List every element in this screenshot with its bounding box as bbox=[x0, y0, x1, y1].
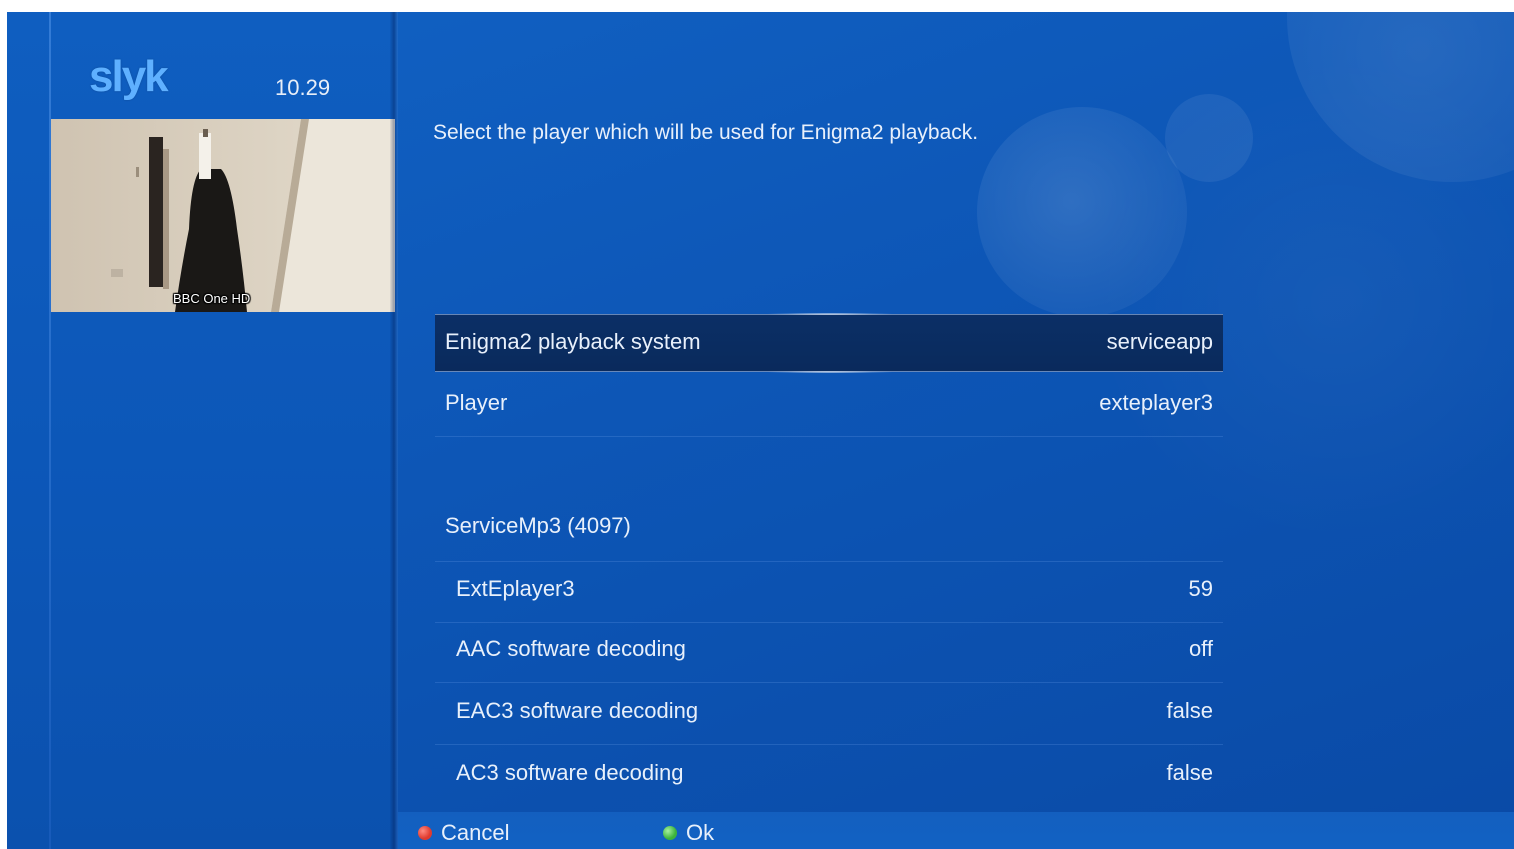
setting-label: AC3 software decoding bbox=[456, 760, 684, 785]
setting-label: EAC3 software decoding bbox=[456, 698, 699, 723]
setting-value: false bbox=[1166, 698, 1213, 723]
setting-value: off bbox=[1188, 636, 1213, 661]
ok-label: Ok bbox=[686, 820, 715, 845]
setting-description: Select the player which will be used for… bbox=[433, 121, 979, 144]
channel-label: BBC One HD bbox=[173, 291, 251, 306]
setting-label: Enigma2 playback system bbox=[445, 329, 701, 354]
setting-row-eac3-decoding[interactable]: EAC3 software decoding false bbox=[435, 684, 1223, 745]
setting-value: exteplayer3 bbox=[1099, 390, 1213, 415]
background-circle bbox=[977, 107, 1187, 317]
section-header: ServiceMp3 (4097) bbox=[435, 499, 1223, 559]
setting-value: serviceapp bbox=[1106, 329, 1213, 354]
cancel-button[interactable]: Cancel bbox=[418, 820, 510, 845]
button-bar: Cancel Ok bbox=[398, 812, 1514, 849]
section-label: ServiceMp3 (4097) bbox=[445, 513, 631, 538]
background-circle bbox=[1165, 94, 1253, 182]
preview-picture bbox=[51, 119, 395, 312]
setting-row-playback-system[interactable]: Enigma2 playback system serviceapp bbox=[435, 313, 1223, 373]
green-button-icon bbox=[663, 826, 677, 840]
background-circle bbox=[1287, 12, 1514, 182]
brand-logo: slyk bbox=[89, 52, 169, 101]
red-button-icon bbox=[418, 826, 432, 840]
setting-value: false bbox=[1166, 760, 1213, 785]
ok-button[interactable]: Ok bbox=[663, 820, 715, 845]
setting-row-ac3-decoding[interactable]: AC3 software decoding false bbox=[435, 746, 1223, 806]
setting-value: 59 bbox=[1188, 576, 1213, 601]
setting-label: ExtEplayer3 bbox=[456, 576, 575, 601]
screen: slyk 10.29 BBC One HD Select the player … bbox=[7, 12, 1514, 849]
sidebar-edge bbox=[390, 12, 398, 849]
cancel-label: Cancel bbox=[441, 820, 510, 845]
setting-label: Player bbox=[445, 390, 508, 415]
setting-row-exteplayer3[interactable]: ExtEplayer3 59 bbox=[435, 561, 1223, 623]
live-tv-preview: BBC One HD bbox=[51, 119, 395, 312]
clock: 10.29 bbox=[275, 75, 331, 100]
setting-row-aac-decoding[interactable]: AAC software decoding off bbox=[435, 622, 1223, 683]
sidebar: slyk 10.29 BBC One HD bbox=[7, 12, 395, 849]
background-glow bbox=[1087, 52, 1514, 552]
setting-label: AAC software decoding bbox=[456, 636, 686, 661]
setting-row-player[interactable]: Player exteplayer3 bbox=[435, 376, 1223, 437]
